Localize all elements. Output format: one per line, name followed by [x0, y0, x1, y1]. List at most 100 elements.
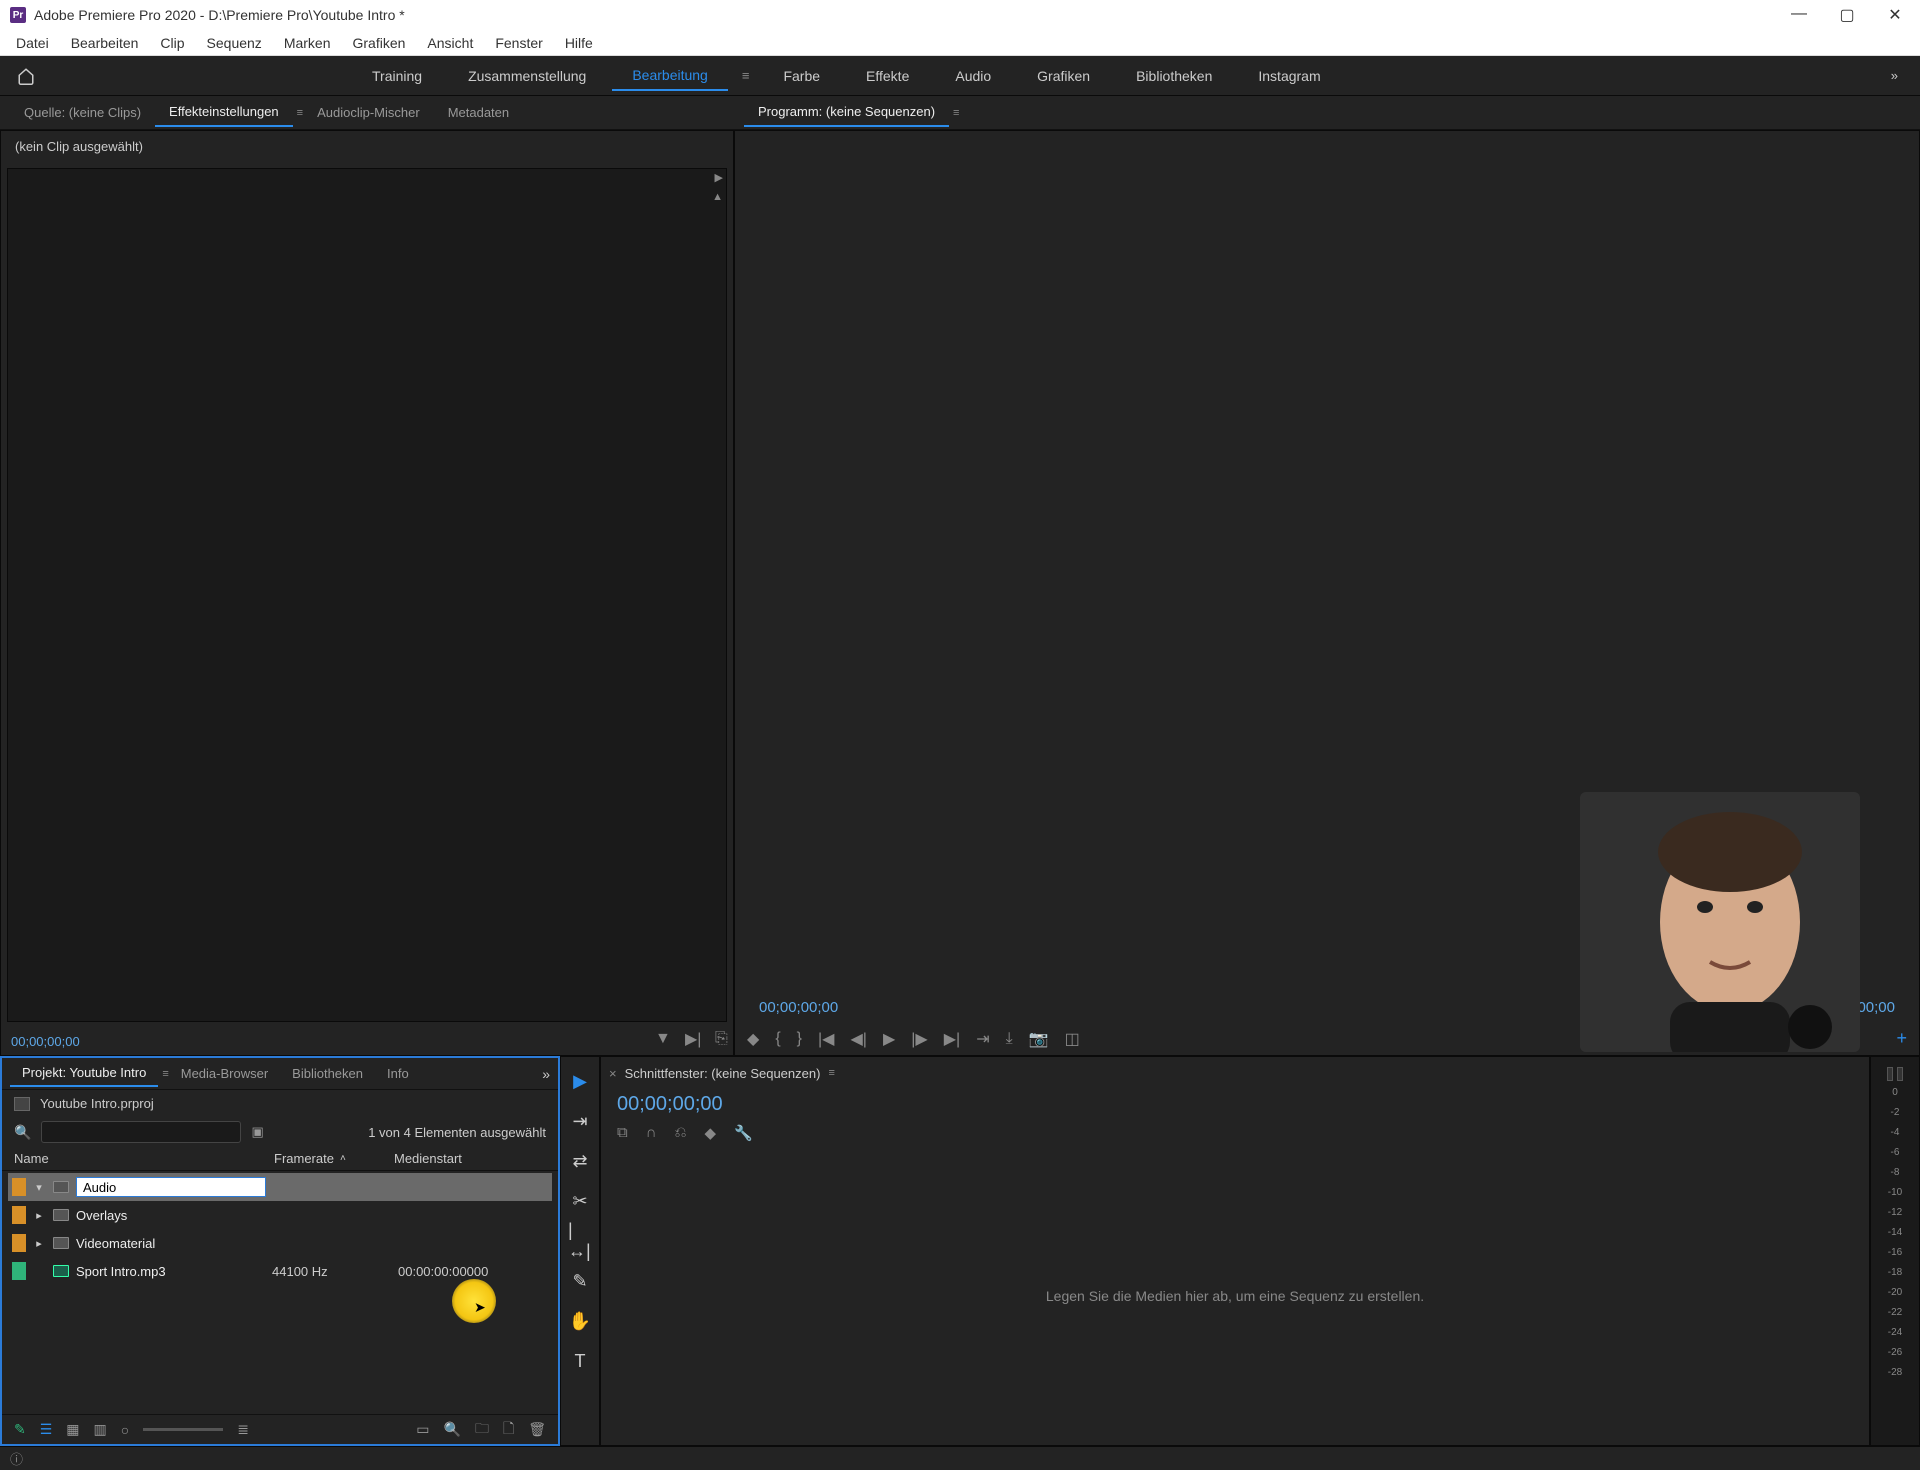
ripple-tool[interactable]: ⇄ — [568, 1149, 592, 1173]
zoom-slider[interactable] — [143, 1428, 223, 1431]
out-point-icon[interactable]: } — [797, 1030, 802, 1048]
project-row-sport-intro[interactable]: Sport Intro.mp3 44100 Hz 00:00:00:00000 — [8, 1257, 552, 1285]
camera-icon[interactable]: 📷 — [1029, 1029, 1049, 1049]
icon-view-icon[interactable]: ▦ — [66, 1421, 79, 1438]
clip-color — [12, 1234, 26, 1252]
timeline-menu-icon[interactable]: ≡ — [828, 1067, 834, 1079]
program-tab-menu-icon[interactable]: ≡ — [953, 107, 959, 119]
timeline-close-icon[interactable]: × — [609, 1066, 617, 1081]
menu-hilfe[interactable]: Hilfe — [555, 32, 603, 54]
step-forward-icon[interactable]: |▶ — [911, 1029, 927, 1049]
tab-quelle[interactable]: Quelle: (keine Clips) — [10, 99, 155, 126]
project-row-overlays[interactable]: ▸ Overlays — [8, 1201, 552, 1229]
in-point-icon[interactable]: { — [775, 1030, 780, 1048]
workspace-effekte[interactable]: Effekte — [846, 62, 929, 90]
workspace-instagram[interactable]: Instagram — [1238, 62, 1340, 90]
window-close[interactable]: ✕ — [1880, 5, 1910, 25]
project-footer: ✎ ☰ ▦ ▥ ○ ≣ ▭ 🔍 🗀 🗋 🗑 — [2, 1414, 558, 1444]
workspace-menu-icon[interactable]: ≡ — [734, 68, 758, 83]
linked-selection-icon[interactable]: ⎌ — [675, 1124, 687, 1142]
add-button-icon[interactable]: + — [1896, 1028, 1907, 1049]
new-bin-icon[interactable]: 🗀 — [475, 1418, 489, 1442]
col-medienstart[interactable]: Medienstart — [394, 1151, 546, 1166]
meter-value: -18 — [1888, 1267, 1902, 1287]
tab-media-browser[interactable]: Media-Browser — [169, 1061, 280, 1086]
project-row-audio[interactable]: ▾ — [8, 1173, 552, 1201]
export-icon[interactable]: ⎘ — [715, 1030, 728, 1048]
tab-info[interactable]: Info — [375, 1061, 421, 1086]
tab-projekt[interactable]: Projekt: Youtube Intro — [10, 1060, 158, 1087]
extract-icon[interactable]: ⤓ — [1006, 1030, 1013, 1048]
menu-sequenz[interactable]: Sequenz — [197, 32, 272, 54]
comparison-icon[interactable]: ◫ — [1065, 1029, 1080, 1049]
list-view-icon[interactable]: ☰ — [40, 1421, 53, 1438]
col-name[interactable]: Name — [14, 1151, 274, 1166]
find-icon[interactable]: 🔍 — [444, 1421, 461, 1438]
expand-right-icon[interactable]: ▶ — [715, 171, 723, 184]
window-maximize[interactable]: ▢ — [1832, 5, 1862, 25]
tab-effekteinstellungen[interactable]: Effekteinstellungen — [155, 98, 293, 127]
project-row-videomaterial[interactable]: ▸ Videomaterial — [8, 1229, 552, 1257]
workspace-bibliotheken[interactable]: Bibliotheken — [1116, 62, 1232, 90]
workspace-training[interactable]: Training — [352, 62, 442, 90]
expand-right-icon[interactable]: ▸ — [32, 1237, 46, 1250]
filter-bin-icon[interactable]: ▣ — [251, 1124, 271, 1140]
timeline-drop-hint[interactable]: Legen Sie die Medien hier ab, um eine Se… — [601, 1146, 1869, 1445]
menu-ansicht[interactable]: Ansicht — [417, 32, 483, 54]
menu-bearbeiten[interactable]: Bearbeiten — [61, 32, 149, 54]
col-framerate[interactable]: Framerate ˄ — [274, 1151, 394, 1166]
sort-icon[interactable]: ≣ — [237, 1421, 249, 1438]
marker-icon[interactable]: ◆ — [747, 1029, 759, 1049]
tab-bibliotheken[interactable]: Bibliotheken — [280, 1061, 375, 1086]
magnet-icon[interactable]: ∩ — [646, 1124, 657, 1142]
selection-tool[interactable]: ▶ — [568, 1069, 592, 1093]
workspace-audio[interactable]: Audio — [935, 62, 1011, 90]
razor-tool[interactable]: ✂ — [568, 1189, 592, 1213]
play-icon[interactable]: ▶ — [883, 1029, 895, 1049]
project-search-input[interactable] — [41, 1121, 241, 1143]
expand-right-icon[interactable]: ▸ — [32, 1209, 46, 1222]
wrench-icon[interactable]: 🔧 — [734, 1124, 753, 1142]
snap-icon[interactable]: ⧉ — [617, 1124, 628, 1142]
insert-icon[interactable]: ▶| — [685, 1029, 701, 1049]
menu-datei[interactable]: Datei — [6, 32, 59, 54]
program-tab[interactable]: Programm: (keine Sequenzen) — [744, 98, 949, 127]
freeform-view-icon[interactable]: ▥ — [94, 1421, 107, 1438]
slip-tool[interactable]: |↔| — [568, 1229, 592, 1253]
menu-marken[interactable]: Marken — [274, 32, 341, 54]
status-info-icon[interactable]: ⓘ — [10, 1449, 23, 1468]
workspace-bearbeitung[interactable]: Bearbeitung — [612, 61, 728, 91]
window-minimize[interactable]: — — [1784, 5, 1814, 25]
goto-in-icon[interactable]: |◀ — [818, 1029, 834, 1049]
menu-fenster[interactable]: Fenster — [485, 32, 552, 54]
write-icon[interactable]: ✎ — [14, 1421, 26, 1438]
workspace-grafiken[interactable]: Grafiken — [1017, 62, 1110, 90]
workspace-overflow[interactable]: » — [1881, 68, 1908, 83]
type-tool[interactable]: T — [568, 1349, 592, 1373]
automate-icon[interactable]: ▭ — [416, 1421, 429, 1438]
lift-icon[interactable]: ⇥ — [976, 1029, 989, 1049]
trash-icon[interactable]: 🗑 — [528, 1421, 546, 1438]
menu-clip[interactable]: Clip — [150, 32, 194, 54]
zoom-out-icon[interactable]: ○ — [121, 1422, 129, 1438]
goto-out-icon[interactable]: ▶| — [944, 1029, 960, 1049]
row-name-edit-input[interactable] — [76, 1177, 266, 1197]
filter-icon[interactable]: ▼ — [655, 1030, 671, 1048]
collapse-up-icon[interactable]: ▲ — [712, 191, 723, 203]
pen-tool[interactable]: ✎ — [568, 1269, 592, 1293]
project-overflow[interactable]: » — [542, 1066, 550, 1082]
home-button[interactable] — [12, 62, 40, 90]
step-back-icon[interactable]: ◀| — [850, 1029, 866, 1049]
workspace-zusammenstellung[interactable]: Zusammenstellung — [448, 62, 606, 90]
menu-grafiken[interactable]: Grafiken — [343, 32, 416, 54]
tab-metadaten[interactable]: Metadaten — [434, 99, 523, 126]
folder-icon — [52, 1208, 70, 1222]
track-select-tool[interactable]: ⇥ — [568, 1109, 592, 1133]
timeline-timecode: 00;00;00;00 — [601, 1089, 1869, 1120]
hand-tool[interactable]: ✋ — [568, 1309, 592, 1333]
marker-add-icon[interactable]: ◆ — [705, 1124, 717, 1142]
tab-audioclip-mischer[interactable]: Audioclip-Mischer — [303, 99, 434, 126]
new-item-icon[interactable]: 🗋 — [503, 1418, 514, 1442]
expand-down-icon[interactable]: ▾ — [32, 1181, 46, 1194]
workspace-farbe[interactable]: Farbe — [763, 62, 840, 90]
